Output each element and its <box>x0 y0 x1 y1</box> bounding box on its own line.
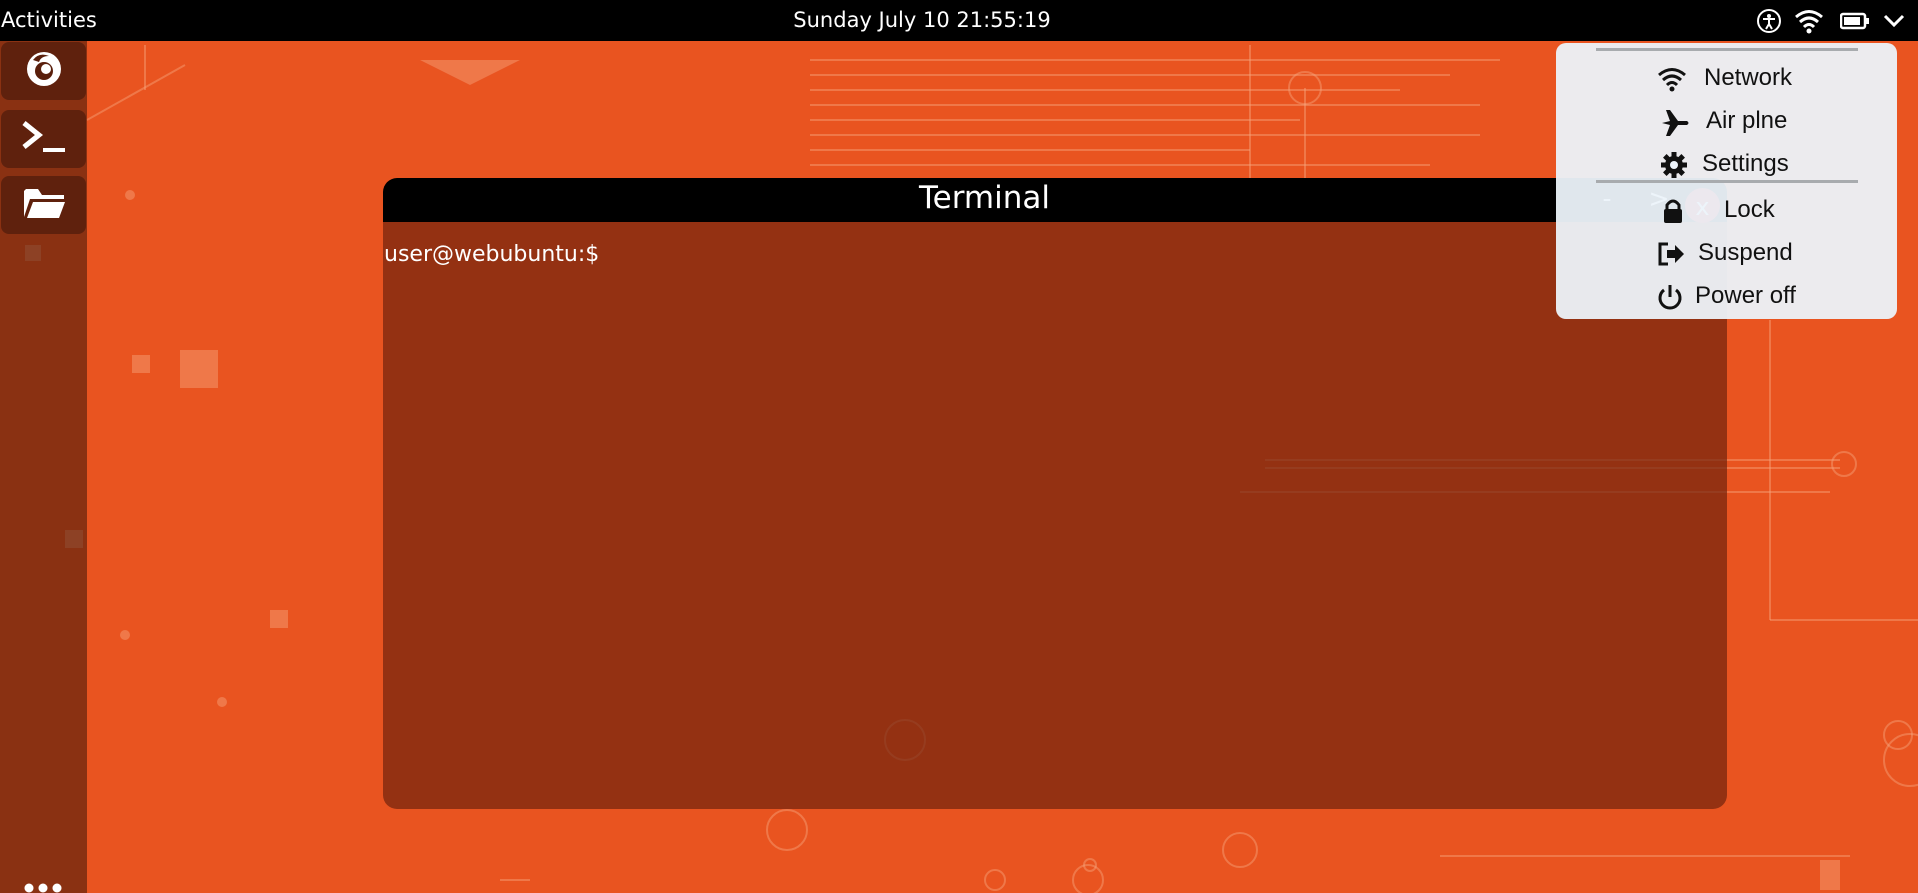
apps-grid-icon[interactable] <box>23 882 63 893</box>
menu-divider <box>1596 48 1858 51</box>
accessibility-icon[interactable] <box>1756 8 1782 38</box>
airplane-icon <box>1660 108 1690 142</box>
folder-icon <box>22 185 66 225</box>
window-title: Terminal <box>918 180 1050 216</box>
dock-item-files[interactable] <box>1 176 86 234</box>
firefox-icon <box>25 50 63 92</box>
desktop: Activities Sunday July 10 21:55:19 Termi… <box>0 0 1918 893</box>
wifi-icon <box>1656 66 1688 96</box>
wifi-icon[interactable] <box>1794 8 1824 38</box>
terminal-prompt[interactable]: user@webubuntu:$ <box>384 242 599 267</box>
menu-item-lock[interactable]: Lock <box>1556 191 1897 231</box>
dock-item-terminal[interactable] <box>1 110 86 168</box>
menu-item-suspend[interactable]: Suspend <box>1556 234 1897 274</box>
dock-item-firefox[interactable] <box>1 42 86 100</box>
menu-divider <box>1596 180 1858 183</box>
terminal-icon <box>21 118 67 160</box>
menu-label: Suspend <box>1698 239 1793 266</box>
menu-label: Settings <box>1702 150 1789 177</box>
menu-item-airplane[interactable]: Air plne <box>1556 102 1897 142</box>
top-bar: Activities Sunday July 10 21:55:19 <box>0 0 1918 41</box>
menu-label: Lock <box>1724 196 1775 223</box>
suspend-icon <box>1656 240 1686 272</box>
menu-label: Power off <box>1695 282 1796 309</box>
terminal-titlebar[interactable]: Terminal - > x <box>383 178 1727 223</box>
menu-item-settings[interactable]: Settings <box>1556 145 1897 185</box>
dock <box>0 41 87 893</box>
system-menu: Network Air plne Settings Lock Suspend P… <box>1556 43 1897 319</box>
terminal-window[interactable]: Terminal - > x user@webubuntu:$ <box>383 178 1727 809</box>
chevron-down-icon[interactable] <box>1882 10 1906 36</box>
battery-icon[interactable] <box>1839 10 1870 36</box>
menu-item-network[interactable]: Network <box>1556 59 1897 99</box>
lock-icon <box>1660 197 1686 229</box>
clock[interactable]: Sunday July 10 21:55:19 <box>0 0 1844 41</box>
gear-icon <box>1660 151 1688 183</box>
menu-item-power-off[interactable]: Power off <box>1556 277 1897 317</box>
menu-label: Network <box>1704 64 1793 91</box>
power-icon <box>1656 283 1684 315</box>
menu-label: Air plne <box>1706 107 1788 134</box>
